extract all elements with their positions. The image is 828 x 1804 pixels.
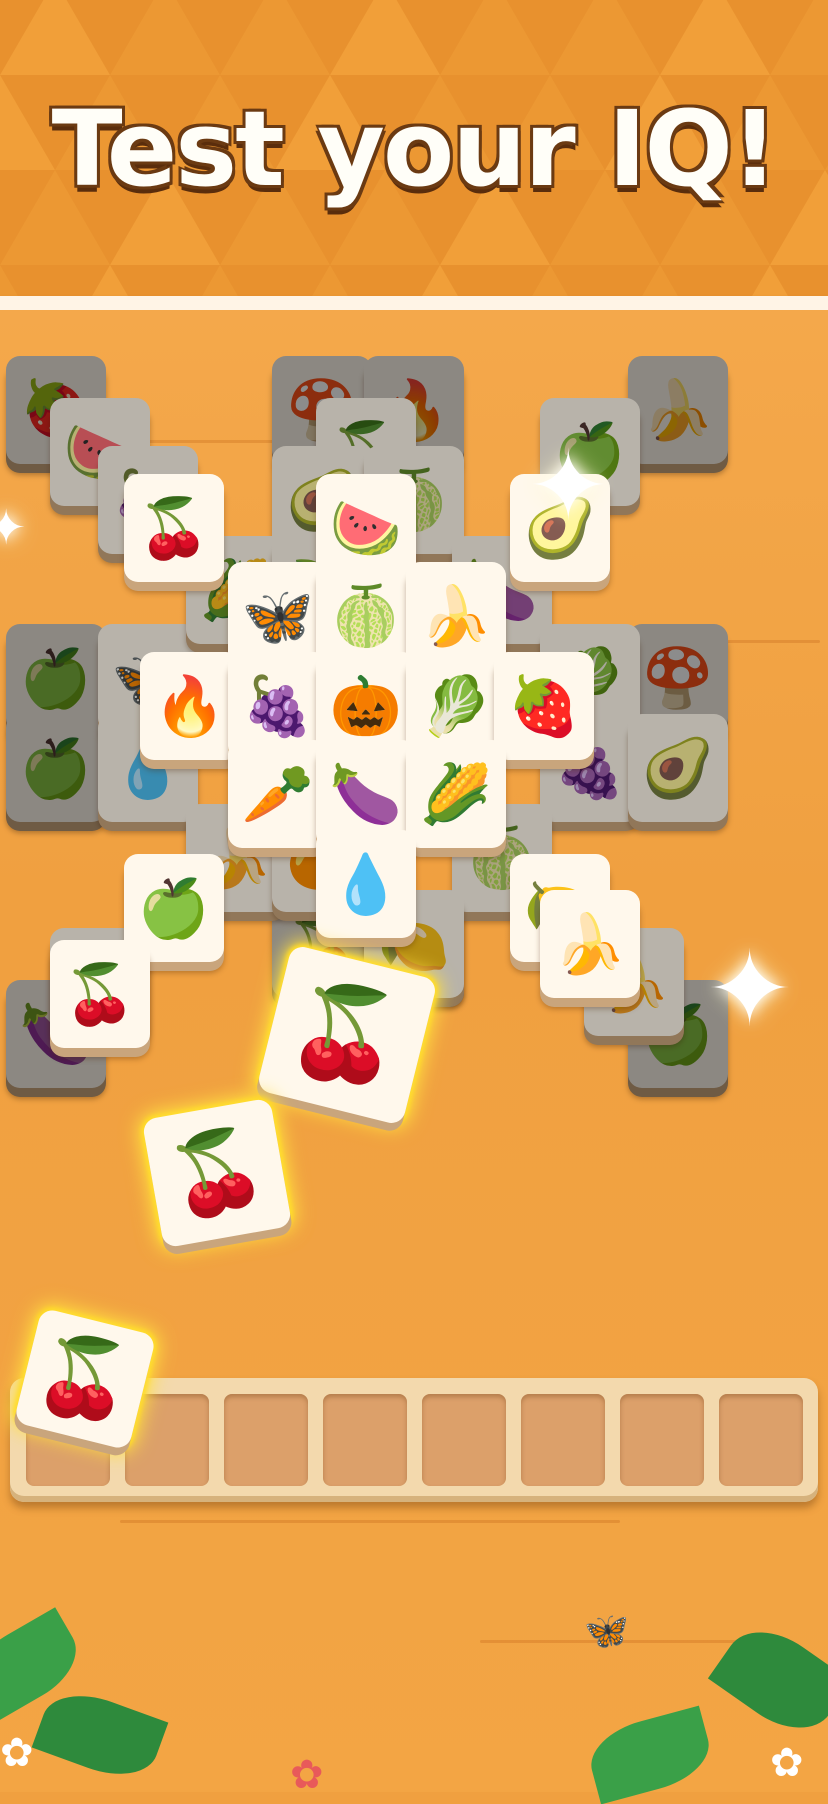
tile-strawberry[interactable]: 🍓 bbox=[494, 652, 594, 760]
flower-icon: ✿ bbox=[290, 1752, 324, 1798]
banner-triangle bbox=[92, 265, 128, 296]
apple-icon: 🍏 bbox=[137, 874, 211, 942]
tile-apple: 🍏 bbox=[6, 714, 106, 822]
carrot-icon: 🥕 bbox=[241, 760, 315, 828]
banana-icon: 🍌 bbox=[553, 910, 627, 978]
tray-slot bbox=[323, 1394, 407, 1486]
avocado-icon: 🥑 bbox=[641, 734, 715, 802]
tile-cherry[interactable]: 🍒 bbox=[124, 474, 224, 582]
apple-icon: 🍏 bbox=[19, 734, 93, 802]
banner-triangle bbox=[330, 0, 440, 75]
banner-triangle bbox=[0, 0, 110, 75]
corn-icon: 🌽 bbox=[419, 760, 493, 828]
banner-triangle bbox=[770, 0, 828, 75]
fire-icon: 🔥 bbox=[153, 672, 227, 740]
tile-carrot[interactable]: 🥕 bbox=[228, 740, 328, 848]
butterfly-icon: 🦋 bbox=[241, 582, 315, 650]
banner-triangle bbox=[550, 0, 660, 75]
headline: Test your IQ! bbox=[51, 88, 779, 210]
banner-triangle bbox=[220, 0, 330, 75]
banner-triangle bbox=[660, 0, 770, 75]
grapes-icon: 🍇 bbox=[241, 672, 315, 740]
tray-slot bbox=[620, 1394, 704, 1486]
tile-cherry[interactable]: 🍒 bbox=[50, 940, 150, 1048]
game-board: 🍓🍄🔥🍌🍏🍄🍏🍒🍋🍆🍏🍉🍒🍇🥑🍈🍏🦋💧🌽🍆🥬🍇🥑🍌🍊🍈🍋🍌🍋🍑🍒🍉🥑🦋🍈🍌🔥🍇🎃… bbox=[0, 310, 828, 1792]
tray-slot bbox=[224, 1394, 308, 1486]
tile-water[interactable]: 💧 bbox=[316, 830, 416, 938]
tray-slot bbox=[521, 1394, 605, 1486]
cabbage-icon: 🥬 bbox=[419, 672, 493, 740]
sparkle-icon: ✦ bbox=[528, 430, 609, 542]
cherry-icon: 🍒 bbox=[278, 968, 416, 1101]
orange-icon: 🎃 bbox=[329, 672, 403, 740]
eggplant-icon: 🍆 bbox=[329, 760, 403, 828]
banner-triangle bbox=[642, 265, 678, 296]
banner-triangle bbox=[0, 265, 18, 296]
mushroom-icon: 🍄 bbox=[641, 644, 715, 712]
wood-grain bbox=[120, 1520, 620, 1523]
dragonfruit-icon: 🍈 bbox=[329, 582, 403, 650]
tray-slot bbox=[422, 1394, 506, 1486]
banner-triangle bbox=[312, 265, 348, 296]
banner-triangle bbox=[202, 265, 238, 296]
tile-banana[interactable]: 🍌 bbox=[540, 890, 640, 998]
butterfly-icon: 🦋 bbox=[584, 1611, 629, 1652]
banner-divider bbox=[0, 296, 828, 310]
watermelon-icon: 🍉 bbox=[329, 494, 403, 562]
flying-tile-cherry: 🍒 bbox=[141, 1097, 293, 1249]
cherry-icon: 🍒 bbox=[26, 1323, 144, 1435]
banner-triangle bbox=[110, 0, 220, 75]
banner-triangle bbox=[532, 265, 568, 296]
strawberry-icon: 🍓 bbox=[507, 672, 581, 740]
tile-banana: 🍌 bbox=[628, 356, 728, 464]
banana-icon: 🍌 bbox=[641, 376, 715, 444]
sparkle-icon: ✦ bbox=[0, 500, 27, 556]
cherry-icon: 🍒 bbox=[137, 494, 211, 562]
banana-icon: 🍌 bbox=[419, 582, 493, 650]
cherry-icon: 🍒 bbox=[161, 1120, 273, 1226]
water-icon: 💧 bbox=[329, 850, 403, 918]
apple-icon: 🍏 bbox=[19, 644, 93, 712]
cherry-icon: 🍒 bbox=[63, 960, 137, 1028]
flower-icon: ✿ bbox=[0, 1730, 34, 1776]
tile-corn[interactable]: 🌽 bbox=[406, 740, 506, 848]
title-banner: Test your IQ! bbox=[0, 0, 828, 296]
banner-triangle bbox=[422, 265, 458, 296]
tile-avocado: 🥑 bbox=[628, 714, 728, 822]
banner-triangle bbox=[752, 265, 788, 296]
banner-triangle bbox=[440, 0, 550, 75]
sparkle-icon: ✦ bbox=[706, 928, 794, 1050]
tile-fire[interactable]: 🔥 bbox=[140, 652, 240, 760]
tray-slot bbox=[719, 1394, 803, 1486]
flower-icon: ✿ bbox=[770, 1740, 804, 1786]
